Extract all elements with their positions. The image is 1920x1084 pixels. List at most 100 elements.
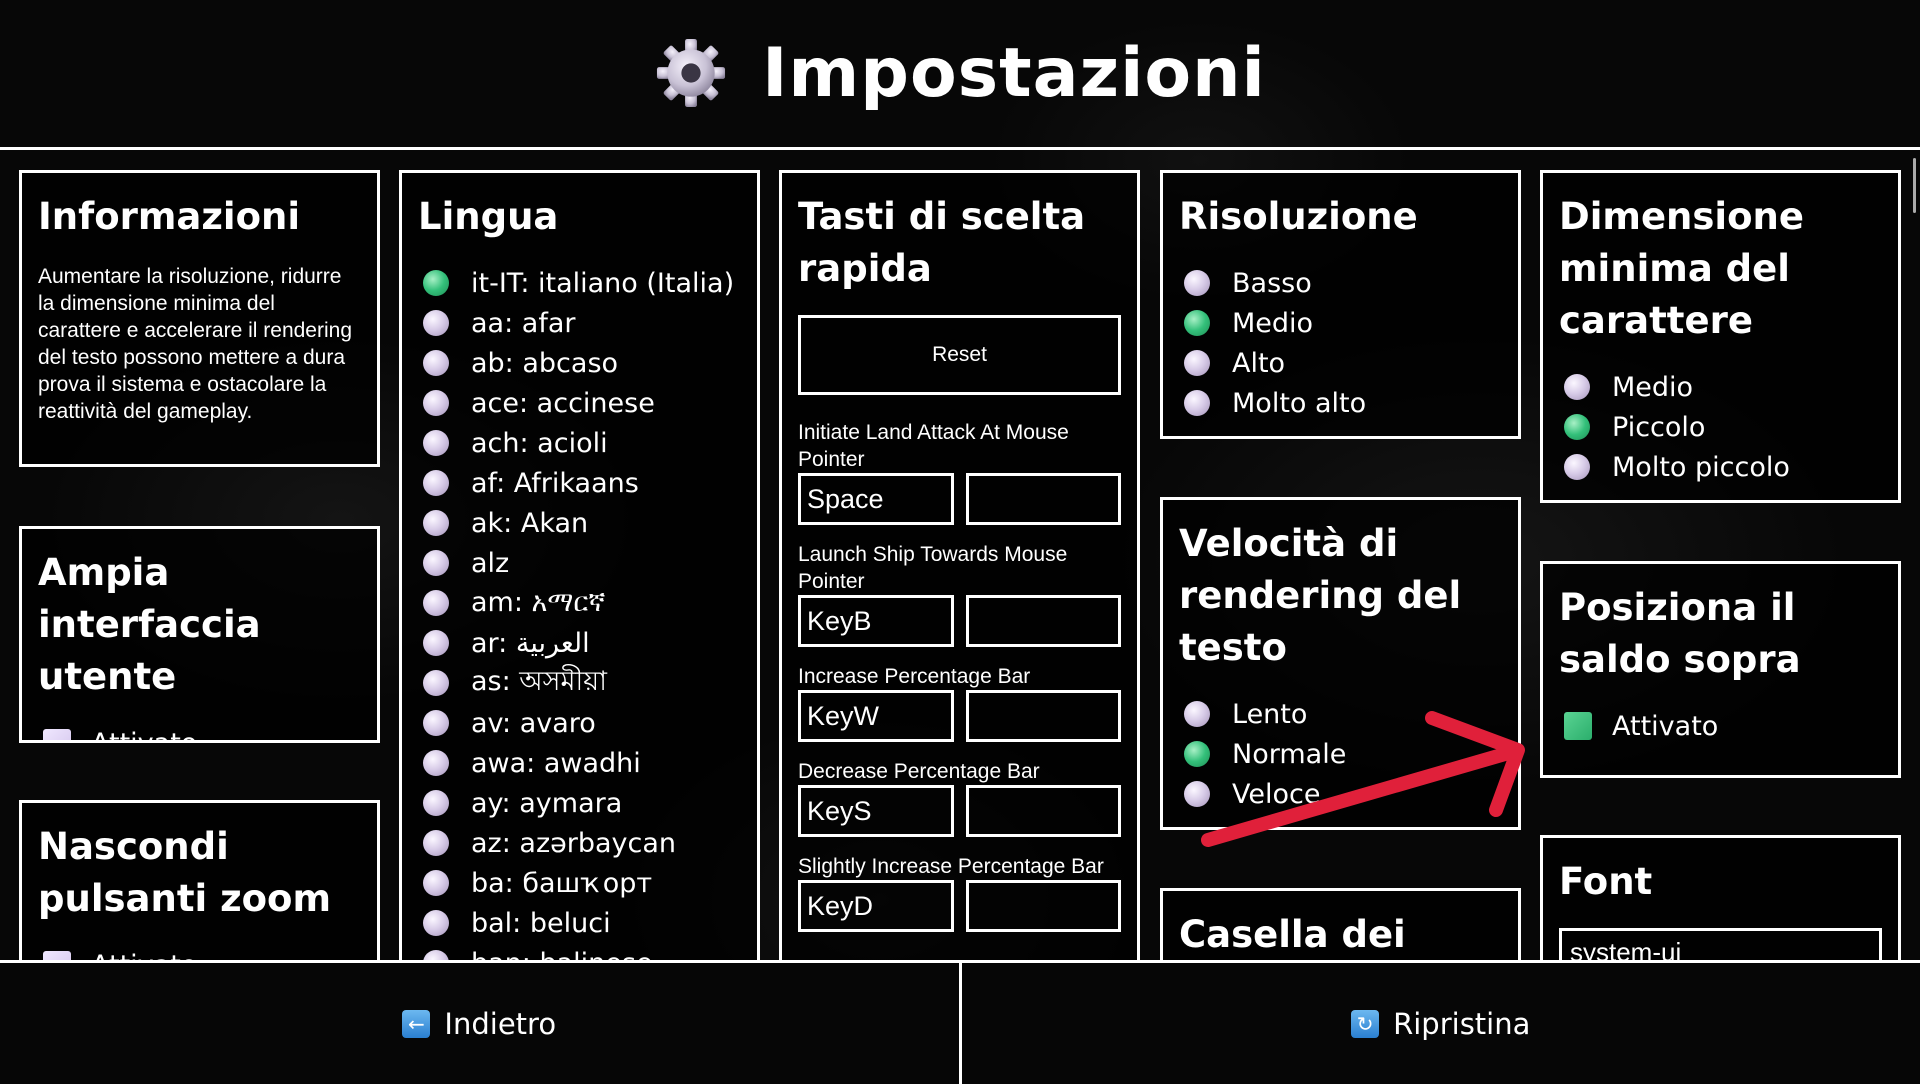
hotkeys-reset-button[interactable]: Reset [798,315,1121,395]
hotkey-primary-input[interactable]: KeyS [798,785,954,837]
radio-icon [423,750,449,776]
hotkey-row: KeyS [798,785,1121,837]
radio-icon [423,510,449,536]
language-option[interactable]: ak: Akan [418,503,741,543]
language-option[interactable]: bal: beluci [418,903,741,943]
radio-icon [423,350,449,376]
radio-icon [1184,350,1210,376]
font-title: Font [1559,860,1653,903]
language-option-label: az: azərbaycan [471,827,676,859]
min-font-option-label: Molto piccolo [1612,451,1790,483]
language-option[interactable]: am: አማርኛ [418,583,741,623]
scrollbar-thumb[interactable] [1913,158,1916,213]
language-option[interactable]: as: অসমীয়া [418,663,741,703]
radio-icon [423,550,449,576]
language-option-label: bal: beluci [471,907,611,939]
min-font-option[interactable]: Medio [1559,367,1882,407]
radio-selected-icon [1184,310,1210,336]
language-option-label: ba: башҡорт [471,867,653,899]
language-title: Lingua [418,195,559,238]
radio-icon [423,710,449,736]
resolution-option[interactable]: Alto [1179,343,1502,383]
annotation-arrow-icon [1201,711,1525,847]
min-font-title: Dimensione minima del carattere [1559,195,1804,342]
resolution-option[interactable]: Molto alto [1179,383,1502,423]
radio-icon [423,470,449,496]
min-font-panel: Dimensione minima del carattere Medio Pic… [1540,170,1901,503]
page-title: Impostazioni [762,33,1266,113]
hotkey-secondary-input[interactable] [965,880,1121,932]
hotkey-primary-input[interactable]: KeyW [798,690,954,742]
refresh-icon: ↻ [1351,1009,1380,1038]
radio-icon [423,670,449,696]
language-option[interactable]: ach: acioli [418,423,741,463]
radio-icon [1564,374,1590,400]
language-option[interactable]: az: azərbaycan [418,823,741,863]
language-option[interactable]: af: Afrikaans [418,463,741,503]
min-font-option-label: Medio [1612,371,1694,403]
radio-icon [423,870,449,896]
radio-selected-icon [423,270,449,296]
language-option[interactable]: av: avaro [418,703,741,743]
radio-icon [423,830,449,856]
hotkey-label: Decrease Percentage Bar [798,760,1040,783]
language-option[interactable]: it-IT: italiano (Italia) [418,263,741,303]
checkbox-checked-icon [1564,712,1592,740]
hotkey-secondary-input[interactable] [965,595,1121,647]
back-button[interactable]: ← Indietro [0,963,959,1084]
resolution-option[interactable]: Basso [1179,263,1502,303]
language-option[interactable]: ar: العربية [418,623,741,663]
hotkey-row: KeyW [798,690,1121,742]
radio-icon [423,630,449,656]
resolution-option[interactable]: Medio [1179,303,1502,343]
hotkey-secondary-input[interactable] [965,690,1121,742]
wide-ui-toggle[interactable]: Attivato [38,723,361,743]
radio-icon [423,910,449,936]
radio-icon [423,790,449,816]
language-option-label: awa: awadhi [471,747,641,779]
resolution-option-label: Medio [1232,307,1314,339]
resolution-option-label: Molto alto [1232,387,1367,419]
language-option[interactable]: awa: awadhi [418,743,741,783]
language-list: it-IT: italiano (Italia) aa: afar ab: abca… [418,263,741,983]
restore-button[interactable]: ↻ Ripristina [958,963,1920,1084]
info-panel: Informazioni Aumentare la risoluzione, r… [19,170,380,467]
hotkey-primary-input[interactable]: KeyB [798,595,954,647]
min-font-options: Medio Piccolo Molto piccolo [1559,367,1882,487]
hotkey-row: KeyB [798,595,1121,647]
wide-ui-option-label: Attivato [91,727,198,743]
wide-ui-title: Ampia interfaccia utente [38,551,261,698]
hotkey-secondary-input[interactable] [965,473,1121,525]
hotkey-label: Slightly Increase Percentage Bar [798,855,1104,878]
page-header: Impostazioni [0,0,1920,150]
wide-ui-panel: Ampia interfaccia utente Attivato [19,526,380,743]
language-option-label: av: avaro [471,707,596,739]
radio-selected-icon [1564,414,1590,440]
checkbox-panel-title: Casella dei [1179,913,1406,956]
language-option[interactable]: ba: башҡорт [418,863,741,903]
language-option[interactable]: aa: afar [418,303,741,343]
language-option-label: ab: abcaso [471,347,619,379]
min-font-option-label: Piccolo [1612,411,1706,443]
language-option[interactable]: ab: abcaso [418,343,741,383]
hotkey-primary-input[interactable]: KeyD [798,880,954,932]
restore-label: Ripristina [1393,1006,1531,1041]
hotkey-list: Initiate Land Attack At Mouse Pointer Spa… [798,419,1121,932]
radio-icon [423,310,449,336]
language-option[interactable]: ace: accinese [418,383,741,423]
hotkey-secondary-input[interactable] [965,785,1121,837]
balance-top-toggle[interactable]: Attivato [1559,706,1882,746]
balance-top-title: Posiziona il saldo sopra [1559,586,1801,681]
footer-bar: ← Indietro ↻ Ripristina [0,960,1920,1084]
language-option[interactable]: ay: aymara [418,783,741,823]
min-font-option[interactable]: Piccolo [1559,407,1882,447]
resolution-option-label: Basso [1232,267,1312,299]
language-option[interactable]: alz [418,543,741,583]
hotkey-primary-input[interactable]: Space [798,473,954,525]
hotkeys-title: Tasti di scelta rapida [798,195,1086,290]
checkbox-icon [43,729,71,740]
hotkey-label: Increase Percentage Bar [798,665,1031,688]
language-option-label: it-IT: italiano (Italia) [471,267,735,299]
min-font-option[interactable]: Molto piccolo [1559,447,1882,487]
info-text: Aumentare la risoluzione, ridurre la dim… [38,265,352,423]
